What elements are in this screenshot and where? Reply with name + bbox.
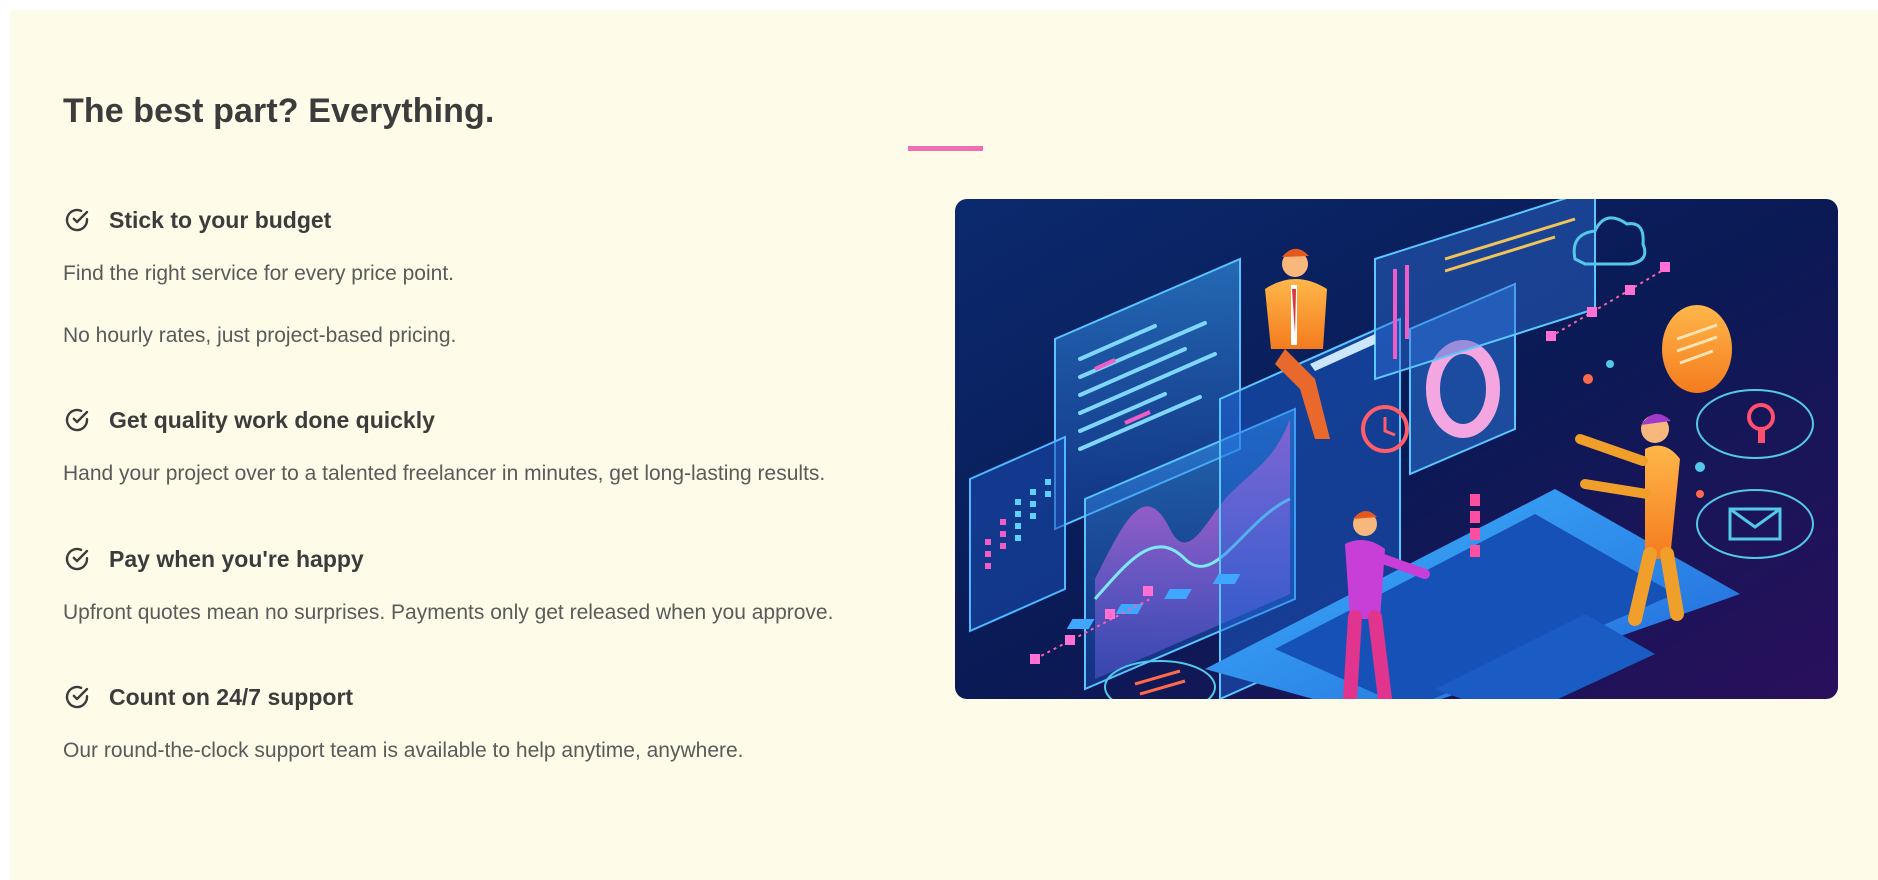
check-circle-icon xyxy=(63,406,91,434)
check-circle-icon xyxy=(63,545,91,573)
feature-pay: Pay when you're happy Upfront quotes mea… xyxy=(63,544,833,625)
feature-title: Pay when you're happy xyxy=(109,545,364,572)
feature-title: Get quality work done quickly xyxy=(109,406,435,433)
feature-title: Count on 24/7 support xyxy=(109,683,354,710)
feature-text: Our round-the-clock support team is avai… xyxy=(63,739,744,762)
section-title: The best part? Everything. xyxy=(63,92,495,130)
feature-text: No hourly rates, just project-based pric… xyxy=(63,324,457,347)
accent-divider xyxy=(908,146,983,151)
feature-text: Find the right service for every price p… xyxy=(63,262,455,285)
feature-text: Upfront quotes mean no surprises. Paymen… xyxy=(63,601,834,624)
check-circle-icon xyxy=(63,206,91,234)
feature-support: Count on 24/7 support Our round-the-cloc… xyxy=(63,682,744,763)
isometric-tech-illustration xyxy=(955,199,1838,699)
feature-title: Stick to your budget xyxy=(109,206,332,233)
feature-budget: Stick to your budget Find the right serv… xyxy=(63,205,456,348)
feature-text: Hand your project over to a talented fre… xyxy=(63,462,826,485)
feature-quality: Get quality work done quickly Hand your … xyxy=(63,405,825,486)
check-circle-icon xyxy=(63,683,91,711)
